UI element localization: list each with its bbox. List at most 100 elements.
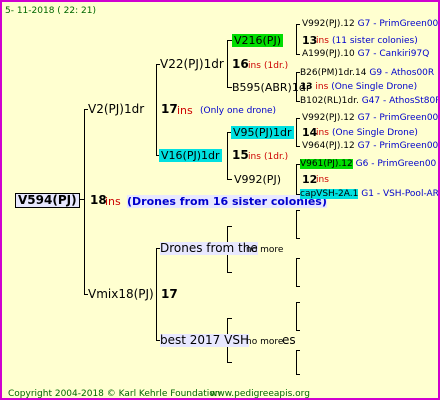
mother-ins-count: 17: [161, 102, 178, 116]
connector: [296, 258, 300, 259]
connector: [296, 146, 300, 147]
queen-mff[interactable]: V992(PJ): [234, 173, 281, 186]
queen-name: V992(PJ).12: [302, 113, 355, 123]
generation: G6: [355, 159, 369, 169]
mf-ins-count: 15: [232, 148, 249, 162]
queen-mmm[interactable]: V216(PJ): [232, 34, 283, 47]
mmm-line-queen[interactable]: V992(PJ).12 G7 - PrimGreen00: [302, 18, 438, 31]
generation: G9: [369, 68, 383, 78]
connector: [296, 210, 297, 238]
mmf-ins-label: ins: [315, 82, 329, 92]
mmm-ins-note: (11 sister colonies): [332, 36, 418, 46]
mfm-father-queen[interactable]: V964(PJ).12 G7 - PrimGreen00: [302, 140, 438, 153]
mm-ins-label: ins: [248, 61, 261, 71]
connector: [296, 302, 297, 330]
mmf-mother-queen[interactable]: B26(PM)1dr.14 G9 - Athos00R: [300, 67, 434, 80]
connector: [227, 132, 228, 179]
ff-note: no more: [246, 337, 284, 347]
connector: [296, 238, 300, 239]
root-ins-label: ins: [105, 195, 121, 208]
queen-mother[interactable]: V2(PJ)1dr: [88, 103, 144, 116]
mm-ins-count: 16: [232, 57, 249, 71]
queen-root[interactable]: V594(PJ): [15, 193, 80, 208]
connector: [227, 226, 232, 227]
drone-father[interactable]: Vmix18(PJ): [88, 288, 154, 301]
mfm-mother-queen[interactable]: V992(PJ).12 G7 - PrimGreen00: [302, 112, 438, 125]
queen-name: capVSH-2A.1: [300, 189, 359, 199]
mmf-ins-note: (One Single Drone): [331, 82, 418, 92]
mfm-ins-note: (One Single Drone): [332, 128, 418, 138]
root-ins-note: (Drones from 16 sister colonies): [127, 195, 327, 208]
connector: [296, 286, 300, 287]
connector: [296, 330, 300, 331]
mfm-ins-label: ins: [316, 128, 329, 138]
mff-mother-queen[interactable]: V961(PJ).12 G6 - PrimGreen00: [300, 158, 436, 171]
mf-ins-label: ins: [248, 152, 261, 162]
mf-ins-note: (1dr.): [264, 152, 289, 162]
line-tag: PrimGreen00: [379, 141, 439, 151]
queen-name: V961(PJ).12: [300, 159, 353, 169]
queen-mm[interactable]: V22(PJ)1dr: [160, 58, 224, 71]
connector: [296, 54, 300, 55]
queen-name: A199(PJ).10: [302, 49, 355, 59]
drone-fm[interactable]: Drones from the: [160, 242, 258, 255]
connector: [296, 350, 297, 374]
queen-mfm[interactable]: V95(PJ)1dr: [231, 126, 294, 139]
connector: [296, 164, 297, 194]
line-tag: AthosSt80R: [389, 96, 440, 106]
line-tag: VSH-Pool-AR: [382, 189, 439, 199]
connector: [296, 118, 297, 146]
connector: [227, 318, 232, 319]
generation: G1: [361, 189, 374, 199]
pedigree-chart: { "date": "5- 11-2018 ( 22: 21)", "root"…: [0, 0, 440, 400]
queen-name: B26(PM)1dr.14: [300, 68, 367, 78]
line-tag: PrimGreen00: [379, 19, 439, 29]
connector: [296, 374, 300, 375]
connector: [296, 350, 300, 351]
footer-url[interactable]: www.pedigreeapis.org: [210, 388, 310, 398]
connector: [296, 24, 297, 54]
line-tag: Athos00R: [391, 68, 435, 78]
footer-copyright: Copyright 2004-2018 © Karl Kehrle Founda…: [8, 389, 221, 399]
line-tag: Cankiri97Q: [379, 49, 430, 59]
connector: [296, 258, 297, 286]
connector: [227, 40, 228, 87]
line-tag: PrimGreen00: [379, 113, 439, 123]
generation: G7: [357, 19, 371, 29]
connector: [227, 179, 232, 180]
connector: [156, 248, 157, 340]
connector: [84, 109, 85, 294]
fm-note: no more: [246, 245, 284, 255]
generation: G7: [357, 141, 371, 151]
drone-ff[interactable]: best 2017 VSH: [160, 334, 249, 347]
connector: [227, 362, 232, 363]
mmm-father-queen[interactable]: A199(PJ).10 G7 - Cankiri97Q: [302, 48, 429, 61]
connector: [296, 118, 300, 119]
ff-suffix: es: [282, 333, 296, 347]
mmf-ins: 13 ins (One Single Drone): [300, 81, 417, 94]
connector: [296, 210, 300, 211]
queen-name: V992(PJ).12: [302, 19, 355, 29]
mff-father-queen[interactable]: capVSH-2A.1 G1 - VSH-Pool-AR: [300, 188, 439, 201]
generation: G47: [361, 96, 381, 106]
mmf-father-queen[interactable]: B102(RL)1dr. G47 - AthosSt80R: [300, 95, 440, 108]
mother-ins-note: (Only one drone): [200, 106, 277, 116]
connector: [156, 64, 157, 156]
generation: G7: [357, 49, 371, 59]
queen-mf[interactable]: V16(PJ)1dr: [159, 149, 222, 162]
queen-mmf[interactable]: B595(ABR)1dr: [232, 81, 310, 94]
queen-name: B102(RL)1dr.: [300, 96, 359, 106]
generation: G7: [357, 113, 371, 123]
father-ins-count: 17: [161, 287, 178, 301]
date-stamp: 5- 11-2018 ( 22: 21): [5, 6, 96, 16]
mmm-ins-label: ins: [316, 36, 329, 46]
queen-name: V964(PJ).12: [302, 141, 355, 151]
connector: [296, 302, 300, 303]
mmf-ins-count: 13: [300, 82, 313, 92]
mm-ins-note: (1dr.): [264, 61, 289, 71]
connector: [227, 272, 232, 273]
line-tag: PrimGreen00: [377, 159, 437, 169]
mother-ins-label: ins: [177, 104, 193, 117]
connector: [296, 24, 300, 25]
mff-ins-label: ins: [316, 175, 329, 185]
